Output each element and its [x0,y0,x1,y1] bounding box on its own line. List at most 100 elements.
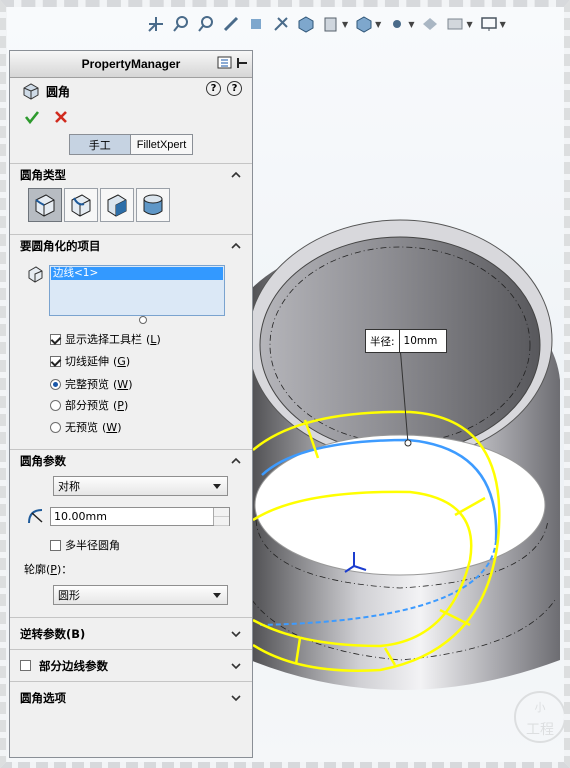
view-settings-icon[interactable] [355,15,373,33]
fillet-full-round-icon [143,194,163,215]
partial-preview-option[interactable]: 部分预览 (P) [50,397,128,413]
section-title: 圆角类型 [20,168,66,182]
partial-preview-label: 部分预览 [65,399,109,412]
ok-check-icon[interactable] [24,109,40,125]
tangent-propagation-option[interactable]: 切线延伸 (G) [50,353,130,369]
full-preview-option[interactable]: 完整预览 (W) [50,376,132,392]
tangent-propagation-label: 切线延伸 [65,355,109,368]
chevron-down-icon[interactable] [230,692,242,704]
chevron-down-icon[interactable]: ▼ [500,20,506,29]
show-toolbar-option[interactable]: 显示选择工具栏 (L) [50,331,161,347]
section-header[interactable]: 圆角选项 [10,682,252,713]
chevron-down-icon [213,484,221,489]
chevron-up-icon[interactable] [230,169,242,181]
feature-name: 圆角 [46,84,71,99]
section-title: 圆角选项 [20,690,66,705]
section-title: 圆角参数 [20,454,66,468]
no-preview-option[interactable]: 无预览 (W) [50,419,121,435]
section-title: 部分边线参数 [39,658,108,673]
multi-radius-option[interactable]: 多半径圆角 [50,537,120,553]
cancel-x-icon[interactable] [54,110,68,124]
fillet-method-select[interactable]: 对称 [53,476,228,496]
tangent-propagation-checkbox[interactable] [50,355,61,367]
panel-layout-icon[interactable] [217,56,233,70]
fillet-options-section: 圆角选项 [10,681,252,713]
chevron-down-icon [213,593,221,598]
chevron-up-icon[interactable] [230,455,242,467]
fillet-variable-icon [71,194,91,217]
heads-up-view-toolbar: ▼ ▼ ▼ ▼ ▼ [147,11,506,37]
no-preview-radio[interactable] [50,421,61,433]
spin-up-button[interactable] [214,508,229,517]
show-toolbar-label: 显示选择工具栏 [65,333,142,346]
apply-scene-icon[interactable] [322,15,340,33]
watermark-logo: 小 工程 [514,691,564,743]
zoom-prev-icon[interactable] [197,15,215,33]
view-orient-icon[interactable] [247,15,265,33]
radius-value[interactable]: 10.00mm [54,510,107,523]
partial-edge-checkbox[interactable] [20,660,31,671]
constant-size-fillet-button[interactable] [28,188,62,222]
full-preview-radio[interactable] [50,378,61,390]
radius-callout[interactable]: 半径: 10mm [365,329,447,353]
section-header[interactable]: 圆角参数 [10,450,252,472]
radius-icon [28,509,43,524]
svg-text:工程: 工程 [526,722,554,738]
chevron-down-icon[interactable]: ▼ [342,20,348,29]
fillet-method-value: 对称 [58,480,80,493]
display-style-icon[interactable] [272,15,290,33]
appearance-icon[interactable] [421,15,439,33]
tab-manual[interactable]: 手工 [68,134,131,155]
section-title: 要圆角化的项目 [20,239,101,253]
section-header[interactable]: 部分边线参数 [10,650,252,681]
spin-down-button[interactable] [214,517,229,526]
radius-input[interactable]: 10.00mm [50,507,230,526]
multi-radius-checkbox[interactable] [50,539,61,551]
chevron-down-icon[interactable] [230,660,242,672]
tab-filletxpert[interactable]: FilletXpert [130,134,194,155]
profile-label-row: 轮廓 (P)： [24,562,73,577]
full-round-fillet-button[interactable] [136,188,170,222]
chevron-down-icon[interactable]: ▼ [408,20,414,29]
list-item[interactable]: 边线<1> [51,267,223,280]
selection-list[interactable]: 边线<1> [49,265,225,316]
show-toolbar-checkbox[interactable] [50,333,61,345]
profile-select[interactable]: 圆形 [53,585,228,605]
zoom-fit-icon[interactable] [147,15,165,33]
partial-edge-parameters-section: 部分边线参数 [10,649,252,681]
radius-callout-value[interactable]: 10mm [400,335,438,347]
panel-title: PropertyManager [81,57,181,71]
monitor-icon[interactable] [480,15,498,33]
chevron-down-icon[interactable] [230,628,242,640]
inner-bottom [254,434,546,576]
chevron-down-icon[interactable]: ▼ [466,20,472,29]
section-title: 逆转参数 [20,626,66,641]
reverse-parameters-section: 逆转参数 (B) [10,617,252,649]
pin-icon[interactable] [236,56,248,70]
chevron-up-icon[interactable] [230,240,242,252]
resize-handle[interactable] [139,316,147,324]
fillet-parameters-section: 圆角参数 对称 10.00mm 多半径圆角 轮廓 (P)： 圆形 [10,449,252,617]
partial-preview-radio[interactable] [50,399,61,411]
zoom-area-icon[interactable] [172,15,190,33]
whats-new-icon[interactable]: ? [206,81,221,96]
face-fillet-button[interactable] [100,188,134,222]
no-preview-label: 无预览 [65,421,98,434]
chevron-down-icon[interactable]: ▼ [375,20,381,29]
feature-title-row: 圆角 ? ? [10,78,252,104]
help-icon[interactable]: ? [227,81,242,96]
section-header[interactable]: 逆转参数 (B) [10,618,252,649]
section-view-icon[interactable] [222,15,240,33]
radius-callout-label: 半径: [366,330,400,352]
lights-icon[interactable] [388,15,406,33]
section-header[interactable]: 要圆角化的项目 [10,235,252,257]
property-manager-header: PropertyManager [10,51,252,78]
section-header[interactable]: 圆角类型 [10,164,252,186]
scene-icon[interactable] [446,15,464,33]
edge-selection-icon [28,266,43,283]
hide-show-icon[interactable] [297,15,315,33]
full-preview-label: 完整预览 [65,378,109,391]
variable-size-fillet-button[interactable] [64,188,98,222]
fillet-type-section: 圆角类型 [10,163,252,234]
svg-text:小: 小 [535,701,546,714]
